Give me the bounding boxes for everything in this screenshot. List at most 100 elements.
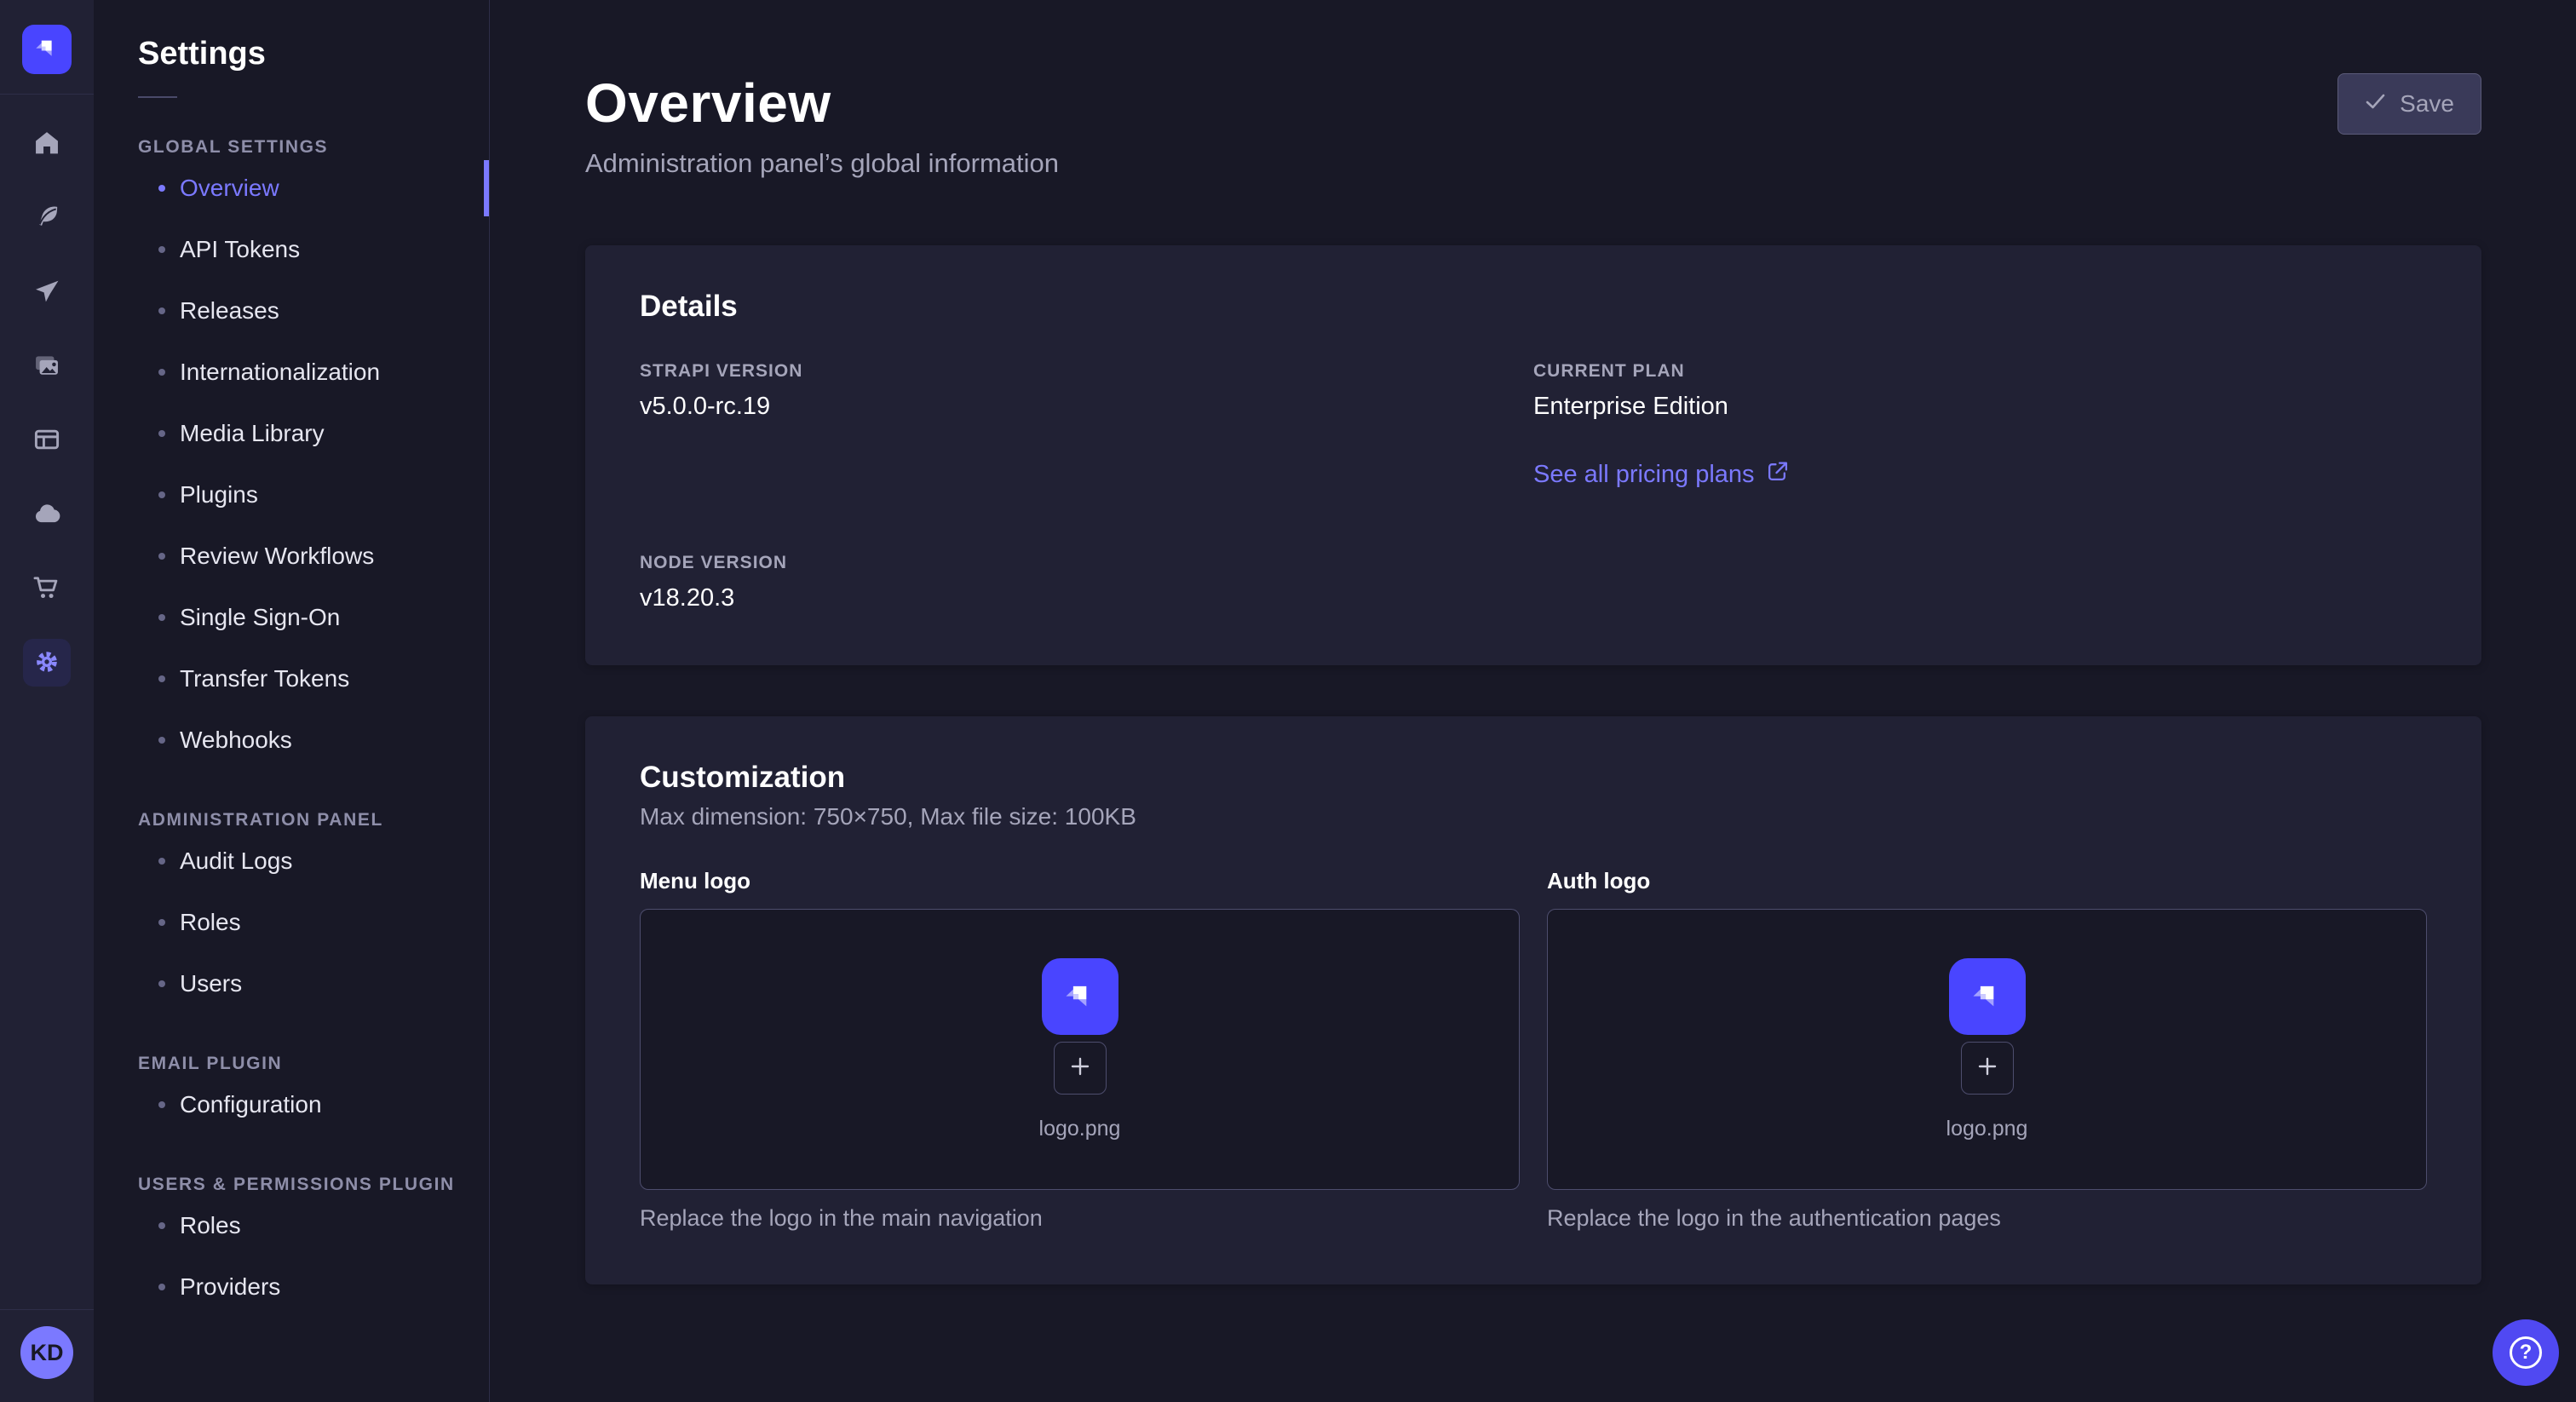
sidebar-item-plugins[interactable]: Plugins bbox=[138, 464, 489, 526]
sidebar-item-transfer-tokens[interactable]: Transfer Tokens bbox=[138, 648, 489, 710]
sidebar-item-admin-roles[interactable]: Roles bbox=[138, 892, 489, 953]
sidebar-item-media-library[interactable]: Media Library bbox=[138, 403, 489, 464]
settings-subnav: Settings GLOBAL SETTINGS Overview API To… bbox=[94, 0, 490, 1402]
bullet-icon bbox=[158, 614, 165, 621]
section-global-settings: Overview API Tokens Releases Internation… bbox=[138, 158, 489, 771]
customization-card-title: Customization bbox=[640, 761, 2427, 795]
details-grid-spacer bbox=[1533, 553, 2427, 612]
sidebar-item-overview[interactable]: Overview bbox=[138, 158, 489, 219]
bullet-icon bbox=[158, 1101, 165, 1108]
plus-icon bbox=[1067, 1054, 1093, 1082]
bullet-icon bbox=[158, 980, 165, 987]
nav-media-library-button[interactable] bbox=[23, 342, 71, 390]
logo-uploads: Menu logo bbox=[640, 868, 2427, 1232]
bullet-icon bbox=[158, 919, 165, 926]
auth-logo-add-button[interactable] bbox=[1961, 1042, 2014, 1095]
nav-content-type-builder-button[interactable] bbox=[23, 194, 71, 242]
bullet-icon bbox=[158, 553, 165, 560]
plus-icon bbox=[1975, 1054, 2000, 1082]
cloud-icon bbox=[32, 498, 62, 531]
bullet-icon bbox=[158, 1284, 165, 1290]
nav-content-manager-button[interactable] bbox=[23, 417, 71, 464]
strapi-logo-button[interactable] bbox=[22, 25, 72, 74]
sidebar-item-admin-users[interactable]: Users bbox=[138, 953, 489, 1014]
rail-icon-list bbox=[23, 95, 71, 687]
nav-home-button[interactable] bbox=[23, 120, 71, 168]
rail-divider-bottom bbox=[0, 1309, 94, 1310]
external-link-icon bbox=[1766, 460, 1789, 490]
section-administration-panel: Audit Logs Roles Users bbox=[138, 830, 489, 1014]
auth-logo-upload: Auth logo bbox=[1547, 868, 2427, 1232]
nav-settings-button[interactable] bbox=[23, 639, 71, 687]
auth-logo-label: Auth logo bbox=[1547, 868, 2427, 894]
bullet-icon bbox=[158, 307, 165, 314]
details-grid: STRAPI VERSION v5.0.0-rc.19 CURRENT PLAN… bbox=[640, 361, 2427, 612]
section-label-email-plugin: EMAIL PLUGIN bbox=[138, 1054, 489, 1074]
customization-card: Customization Max dimension: 750×750, Ma… bbox=[585, 716, 2481, 1284]
subnav-title: Settings bbox=[138, 36, 489, 72]
sidebar-item-releases[interactable]: Releases bbox=[138, 280, 489, 342]
auth-logo-caption: Replace the logo in the authentication p… bbox=[1547, 1205, 2427, 1232]
bullet-icon bbox=[158, 737, 165, 744]
auth-logo-preview bbox=[1949, 958, 2026, 1035]
details-card: Details STRAPI VERSION v5.0.0-rc.19 CURR… bbox=[585, 245, 2481, 665]
sidebar-item-api-tokens[interactable]: API Tokens bbox=[138, 219, 489, 280]
pricing-plans-link[interactable]: See all pricing plans bbox=[1533, 460, 1789, 490]
page-subtitle: Administration panel’s global informatio… bbox=[585, 148, 1059, 179]
menu-logo-filename: logo.png bbox=[1039, 1117, 1121, 1141]
feather-icon bbox=[32, 202, 62, 235]
nav-marketplace-button[interactable] bbox=[23, 565, 71, 612]
sidebar-item-email-configuration[interactable]: Configuration bbox=[138, 1074, 489, 1135]
field-strapi-version: STRAPI VERSION v5.0.0-rc.19 bbox=[640, 361, 1533, 490]
nav-deploy-button[interactable] bbox=[23, 268, 71, 316]
menu-logo-preview bbox=[1042, 958, 1118, 1035]
nav-cloud-button[interactable] bbox=[23, 491, 71, 538]
rail-bottom: KD bbox=[0, 1309, 94, 1402]
main-content: Overview Administration panel’s global i… bbox=[490, 0, 2576, 1402]
question-mark-icon: ? bbox=[2510, 1336, 2542, 1369]
sidebar-item-single-sign-on[interactable]: Single Sign-On bbox=[138, 587, 489, 648]
auth-logo-filename: logo.png bbox=[1946, 1117, 2028, 1141]
bullet-icon bbox=[158, 430, 165, 437]
bullet-icon bbox=[158, 246, 165, 253]
help-button[interactable]: ? bbox=[2493, 1319, 2559, 1386]
bullet-icon bbox=[158, 185, 165, 192]
pictures-icon bbox=[32, 350, 62, 383]
sidebar-item-audit-logs[interactable]: Audit Logs bbox=[138, 830, 489, 892]
auth-logo-dropzone[interactable]: logo.png bbox=[1547, 909, 2427, 1190]
sidebar-item-webhooks[interactable]: Webhooks bbox=[138, 710, 489, 771]
customization-card-subtitle: Max dimension: 750×750, Max file size: 1… bbox=[640, 803, 2427, 830]
sidebar-item-review-workflows[interactable]: Review Workflows bbox=[138, 526, 489, 587]
page-header-text: Overview Administration panel’s global i… bbox=[585, 72, 1059, 179]
menu-logo-upload: Menu logo bbox=[640, 868, 1520, 1232]
bullet-icon bbox=[158, 491, 165, 498]
section-label-administration-panel: ADMINISTRATION PANEL bbox=[138, 810, 489, 830]
main-nav-rail: KD bbox=[0, 0, 94, 1402]
section-label-global-settings: GLOBAL SETTINGS bbox=[138, 137, 489, 158]
gear-icon bbox=[32, 646, 62, 680]
home-icon bbox=[32, 128, 62, 161]
field-node-version: NODE VERSION v18.20.3 bbox=[640, 553, 1533, 612]
sidebar-item-up-providers[interactable]: Providers bbox=[138, 1256, 489, 1318]
layout-window-icon bbox=[32, 424, 62, 457]
bullet-icon bbox=[158, 369, 165, 376]
menu-logo-caption: Replace the logo in the main navigation bbox=[640, 1205, 1520, 1232]
sidebar-item-up-roles[interactable]: Roles bbox=[138, 1195, 489, 1256]
subnav-title-rule bbox=[138, 96, 177, 98]
bullet-icon bbox=[158, 858, 165, 865]
menu-logo-label: Menu logo bbox=[640, 868, 1520, 894]
strapi-logo-icon bbox=[30, 32, 64, 68]
paper-plane-icon bbox=[32, 276, 62, 309]
section-label-users-permissions-plugin: USERS & PERMISSIONS PLUGIN bbox=[138, 1175, 489, 1195]
menu-logo-dropzone[interactable]: logo.png bbox=[640, 909, 1520, 1190]
page-header: Overview Administration panel’s global i… bbox=[585, 72, 2481, 179]
checkmark-icon bbox=[2365, 90, 2387, 118]
bullet-icon bbox=[158, 675, 165, 682]
sidebar-item-internationalization[interactable]: Internationalization bbox=[138, 342, 489, 403]
section-email-plugin: Configuration bbox=[138, 1074, 489, 1135]
menu-logo-add-button[interactable] bbox=[1054, 1042, 1107, 1095]
shopping-cart-icon bbox=[32, 572, 62, 606]
avatar[interactable]: KD bbox=[20, 1326, 73, 1379]
bullet-icon bbox=[158, 1222, 165, 1229]
save-button[interactable]: Save bbox=[2337, 73, 2481, 135]
